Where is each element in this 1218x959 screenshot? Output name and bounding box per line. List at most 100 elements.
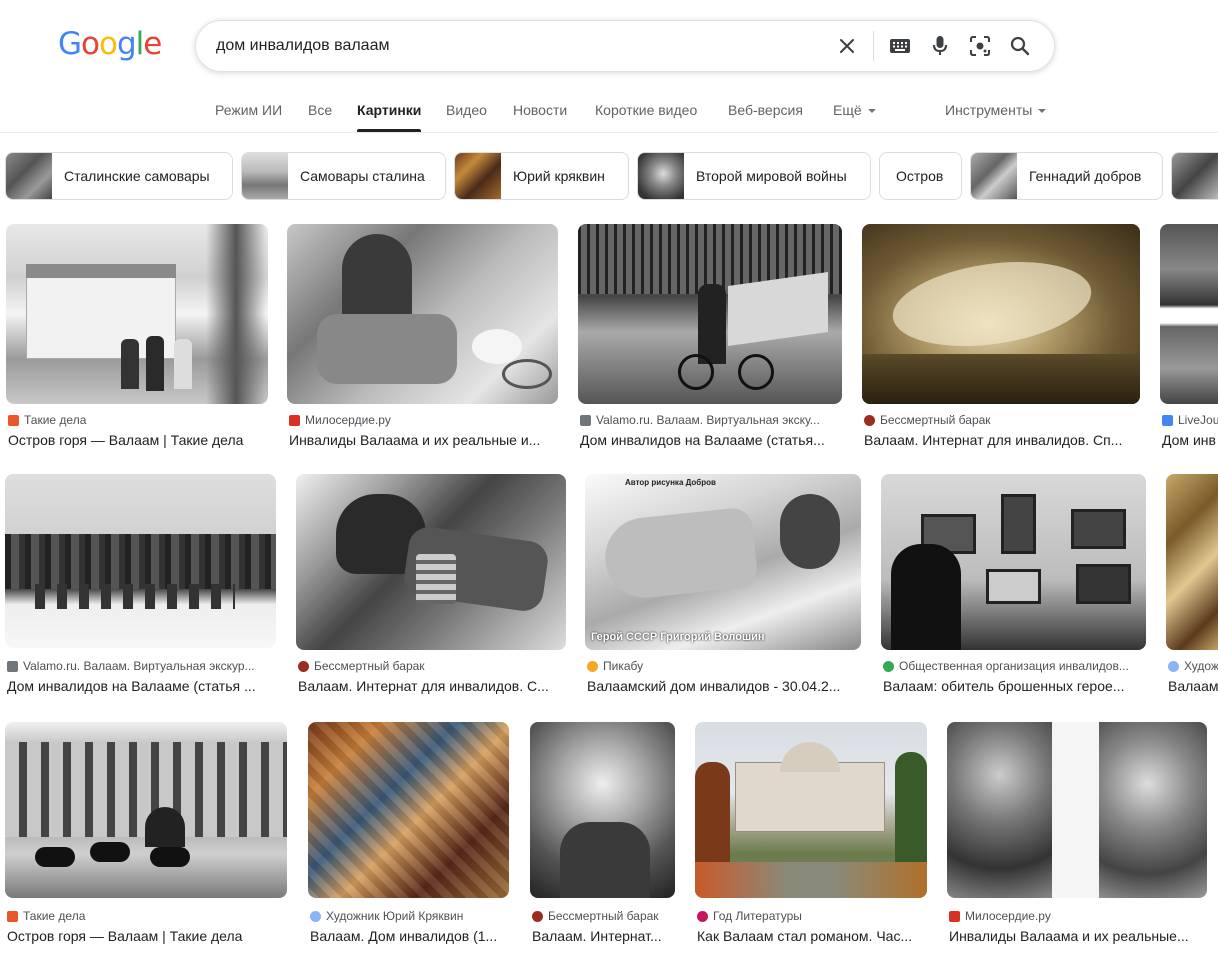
result-image[interactable] bbox=[6, 224, 268, 404]
result-title[interactable]: Валаам. Интернат для инвалидов. С... bbox=[298, 678, 564, 694]
result-card[interactable]: Такие дела Остров горя — Валаам | Такие … bbox=[5, 722, 287, 952]
chip-label: Второй мировой войны bbox=[696, 168, 847, 184]
tab-all[interactable]: Все bbox=[308, 102, 332, 118]
result-image[interactable] bbox=[1166, 474, 1218, 650]
source-name: Бессмертный барак bbox=[880, 413, 991, 427]
chip-thumbnail bbox=[6, 153, 52, 199]
result-source: Такие дела bbox=[8, 413, 266, 427]
result-title[interactable]: Инвалиды Валаама и их реальные и... bbox=[289, 432, 556, 448]
logo-letter: e bbox=[143, 26, 162, 62]
result-image[interactable] bbox=[1160, 224, 1218, 404]
result-title[interactable]: Остров горя — Валаам | Такие дела bbox=[7, 928, 285, 944]
result-title[interactable]: Валаам. Интернат для инвалидов. Сп... bbox=[864, 432, 1138, 448]
chip-label: Остров bbox=[896, 168, 944, 184]
result-card[interactable]: LiveJou Дом инв bbox=[1160, 224, 1218, 454]
tab-images[interactable]: Картинки bbox=[357, 102, 422, 132]
microphone-icon[interactable] bbox=[920, 26, 960, 66]
source-name: Такие дела bbox=[23, 909, 86, 923]
result-image[interactable]: Автор рисунка Добров Герой СССР Григорий… bbox=[585, 474, 861, 650]
result-source: Худож bbox=[1168, 659, 1218, 673]
chip-samovars-stalin[interactable]: Самовары сталина bbox=[241, 152, 446, 200]
result-title[interactable]: Валаам. Дом инвалидов (1... bbox=[310, 928, 507, 944]
result-source: Милосердие.ру bbox=[289, 413, 556, 427]
result-image[interactable] bbox=[287, 224, 558, 404]
search-actions bbox=[827, 21, 1054, 71]
chip-stalin-samovars[interactable]: Сталинские самовары bbox=[5, 152, 233, 200]
result-title[interactable]: Инвалиды Валаама и их реальные... bbox=[949, 928, 1205, 944]
divider bbox=[873, 31, 874, 61]
logo-letter: g bbox=[116, 26, 137, 62]
search-box bbox=[195, 20, 1055, 72]
chip-island[interactable]: Остров bbox=[879, 152, 962, 200]
clear-icon[interactable] bbox=[827, 26, 867, 66]
tab-more-label: Ещё bbox=[833, 102, 862, 118]
result-title[interactable]: Как Валаам стал романом. Час... bbox=[697, 928, 925, 944]
result-image[interactable] bbox=[308, 722, 509, 898]
result-image[interactable] bbox=[881, 474, 1146, 650]
result-image[interactable] bbox=[695, 722, 927, 898]
favicon-icon bbox=[1162, 414, 1173, 426]
result-card[interactable]: Худож Валаам bbox=[1166, 474, 1218, 704]
result-card[interactable]: Бессмертный барак Валаам. Интернат для и… bbox=[862, 224, 1140, 454]
result-source: Год Литературы bbox=[697, 909, 925, 923]
result-source: Общественная организация инвалидов... bbox=[883, 659, 1144, 673]
result-title[interactable]: Валаам bbox=[1168, 678, 1218, 694]
result-title[interactable]: Дом инвалидов на Валааме (статья... bbox=[580, 432, 840, 448]
result-source: LiveJou bbox=[1162, 413, 1218, 427]
tab-short-videos[interactable]: Короткие видео bbox=[595, 102, 697, 118]
chip-world-war-two[interactable]: Второй мировой войны bbox=[637, 152, 871, 200]
source-name: Valamo.ru. Валаам. Виртуальная экску... bbox=[596, 413, 820, 427]
result-source: Бессмертный барак bbox=[532, 909, 673, 923]
tab-web[interactable]: Веб-версия bbox=[728, 102, 803, 118]
result-card[interactable]: Милосердие.ру Инвалиды Валаама и их реал… bbox=[947, 722, 1207, 952]
source-name: Художник Юрий Кряквин bbox=[326, 909, 464, 923]
keyboard-icon[interactable] bbox=[880, 26, 920, 66]
tab-ai-mode[interactable]: Режим ИИ bbox=[215, 102, 282, 118]
search-icon[interactable] bbox=[1000, 26, 1040, 66]
result-card[interactable]: Год Литературы Как Валаам стал романом. … bbox=[695, 722, 927, 952]
result-title[interactable]: Дом инвалидов на Валааме (статья ... bbox=[7, 678, 274, 694]
result-card[interactable]: Такие дела Остров горя — Валаам | Такие … bbox=[6, 224, 268, 454]
favicon-icon bbox=[298, 660, 309, 672]
result-source: Valamo.ru. Валаам. Виртуальная экскур... bbox=[7, 659, 274, 673]
result-image[interactable] bbox=[862, 224, 1140, 404]
result-card[interactable]: Общественная организация инвалидов... Ва… bbox=[881, 474, 1146, 704]
google-logo[interactable]: Google bbox=[58, 26, 162, 62]
favicon-icon bbox=[289, 414, 300, 426]
result-title[interactable]: Дом инв bbox=[1162, 432, 1218, 448]
result-image[interactable] bbox=[578, 224, 842, 404]
result-title[interactable]: Валаам. Интернат... bbox=[532, 928, 673, 944]
source-name: Пикабу bbox=[603, 659, 644, 673]
tools-button[interactable]: Инструменты bbox=[945, 102, 1047, 118]
favicon-icon bbox=[310, 910, 321, 922]
result-card[interactable]: Художник Юрий Кряквин Валаам. Дом инвали… bbox=[308, 722, 509, 952]
result-card[interactable]: Автор рисунка Добров Герой СССР Григорий… bbox=[585, 474, 861, 704]
result-title[interactable]: Валаамский дом инвалидов - 30.04.2... bbox=[587, 678, 859, 694]
result-image[interactable] bbox=[296, 474, 566, 650]
tab-more[interactable]: Ещё bbox=[833, 102, 876, 118]
result-title[interactable]: Остров горя — Валаам | Такие дела bbox=[8, 432, 266, 448]
chip-yuri-kryakvin[interactable]: Юрий кряквин bbox=[454, 152, 629, 200]
result-card[interactable]: Valamo.ru. Валаам. Виртуальная экску... … bbox=[578, 224, 842, 454]
source-name: Такие дела bbox=[24, 413, 87, 427]
result-image[interactable] bbox=[947, 722, 1207, 898]
chip-label: Юрий кряквин bbox=[513, 168, 605, 184]
lens-camera-icon[interactable] bbox=[960, 26, 1000, 66]
tab-news[interactable]: Новости bbox=[513, 102, 567, 118]
chip-partial[interactable] bbox=[1171, 152, 1218, 200]
chip-gennady-dobrov[interactable]: Геннадий добров bbox=[970, 152, 1163, 200]
tab-video[interactable]: Видео bbox=[446, 102, 487, 118]
result-card[interactable]: Бессмертный барак Валаам. Интернат... bbox=[530, 722, 675, 952]
result-card[interactable]: Милосердие.ру Инвалиды Валаама и их реал… bbox=[287, 224, 558, 454]
result-card[interactable]: Бессмертный барак Валаам. Интернат для и… bbox=[296, 474, 566, 704]
logo-letter: o bbox=[81, 26, 100, 62]
result-image[interactable] bbox=[5, 722, 287, 898]
chip-thumbnail bbox=[971, 153, 1017, 199]
chip-thumbnail bbox=[455, 153, 501, 199]
search-input[interactable] bbox=[216, 37, 827, 55]
result-card[interactable]: Valamo.ru. Валаам. Виртуальная экскур...… bbox=[5, 474, 276, 704]
result-title[interactable]: Валаам: обитель брошенных герое... bbox=[883, 678, 1144, 694]
result-image[interactable] bbox=[5, 474, 276, 648]
result-image[interactable] bbox=[530, 722, 675, 898]
favicon-icon bbox=[697, 910, 708, 922]
